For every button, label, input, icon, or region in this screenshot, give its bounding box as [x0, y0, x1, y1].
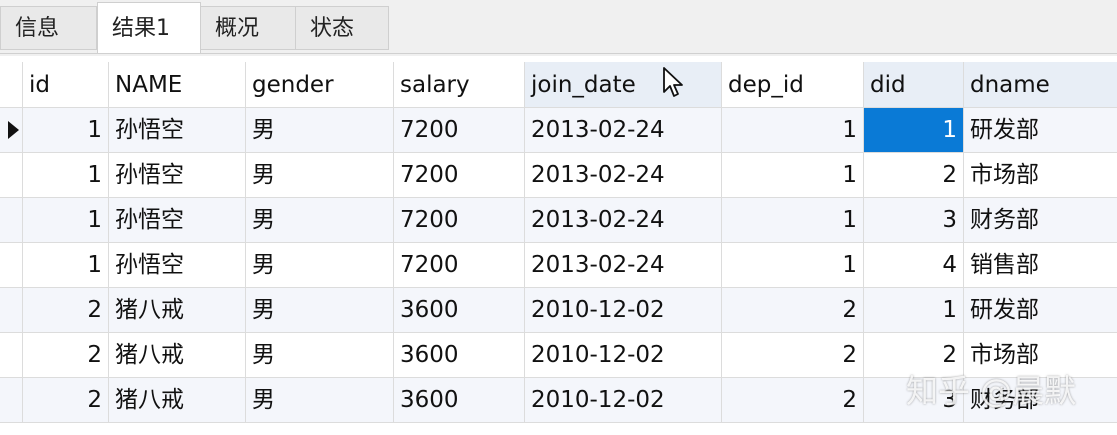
cell-salary[interactable]: 7200 — [394, 153, 525, 197]
cell-id[interactable]: 1 — [23, 243, 109, 287]
row-indicator[interactable] — [0, 108, 23, 152]
table-row[interactable]: 2 猪八戒男 3600 2010-12-02 2 2 市场部 — [0, 333, 1117, 378]
cell-join-date[interactable]: 2013-02-24 — [525, 198, 722, 242]
cell-dname[interactable]: 财务部 — [964, 378, 1117, 422]
tab-info[interactable]: 信息 — [0, 6, 97, 50]
cell-name[interactable]: 猪八戒 — [109, 288, 246, 332]
cell-name[interactable]: 孙悟空 — [109, 153, 246, 197]
tab-status[interactable]: 状态 — [295, 6, 389, 50]
tab-divider — [0, 53, 1117, 54]
column-header-salary[interactable]: salary — [394, 62, 525, 107]
table-row[interactable]: 1 孙悟空男 7200 2013-02-24 1 2 市场部 — [0, 153, 1117, 198]
cell-did[interactable]: 3 — [864, 198, 964, 242]
cell-dname[interactable]: 市场部 — [964, 333, 1117, 377]
cell-id[interactable]: 2 — [23, 288, 109, 332]
cell-salary[interactable]: 3600 — [394, 288, 525, 332]
table-row[interactable]: 2 猪八戒男 3600 2010-12-02 2 3 财务部 — [0, 378, 1117, 423]
cell-join-date[interactable]: 2010-12-02 — [525, 378, 722, 422]
cell-name[interactable]: 孙悟空 — [109, 108, 246, 152]
cell-did[interactable]: 1 — [864, 288, 964, 332]
cell-dname[interactable]: 财务部 — [964, 198, 1117, 242]
row-indicator[interactable] — [0, 378, 23, 422]
cell-join-date[interactable]: 2013-02-24 — [525, 153, 722, 197]
cell-name[interactable]: 猪八戒 — [109, 378, 246, 422]
cell-gender[interactable]: 男 — [246, 378, 394, 422]
cell-dep-id[interactable]: 1 — [722, 198, 864, 242]
cell-dep-id[interactable]: 2 — [722, 333, 864, 377]
table-row[interactable]: 1 孙悟空男 7200 2013-02-24 1 1 研发部 — [0, 108, 1117, 153]
cell-join-date[interactable]: 2010-12-02 — [525, 288, 722, 332]
cell-dname[interactable]: 市场部 — [964, 153, 1117, 197]
table-row[interactable]: 2 猪八戒男 3600 2010-12-02 2 1 研发部 — [0, 288, 1117, 333]
tab-profile[interactable]: 概况 — [200, 6, 296, 50]
cell-id[interactable]: 1 — [23, 108, 109, 152]
column-header-name[interactable]: NAME — [109, 62, 246, 107]
tab-result-1[interactable]: 结果1 — [97, 2, 201, 54]
cell-dep-id[interactable]: 1 — [722, 153, 864, 197]
cell-id[interactable]: 2 — [23, 333, 109, 377]
row-indicator[interactable] — [0, 198, 23, 242]
cell-did[interactable]: 3 — [864, 378, 964, 422]
cell-name[interactable]: 孙悟空 — [109, 198, 246, 242]
column-header-dname[interactable]: dname — [964, 62, 1117, 107]
cell-gender[interactable]: 男 — [246, 333, 394, 377]
cell-dname[interactable]: 研发部 — [964, 288, 1117, 332]
cell-dep-id[interactable]: 2 — [722, 288, 864, 332]
result-grid[interactable]: id NAME gender salary join_date dep_id d… — [0, 62, 1117, 435]
cell-dep-id[interactable]: 1 — [722, 243, 864, 287]
table-row[interactable]: 1 孙悟空男 7200 2013-02-24 1 3 财务部 — [0, 198, 1117, 243]
column-header-id[interactable]: id — [23, 62, 109, 107]
cell-join-date[interactable]: 2013-02-24 — [525, 108, 722, 152]
row-indicator[interactable] — [0, 288, 23, 332]
cell-salary[interactable]: 3600 — [394, 378, 525, 422]
row-indicator[interactable] — [0, 333, 23, 377]
current-row-arrow-icon — [8, 121, 19, 139]
cell-id[interactable]: 1 — [23, 153, 109, 197]
result-tab-bar: 信息 结果1 概况 状态 — [0, 0, 1117, 56]
cell-gender[interactable]: 男 — [246, 108, 394, 152]
cell-gender[interactable]: 男 — [246, 288, 394, 332]
cell-join-date[interactable]: 2010-12-02 — [525, 333, 722, 377]
grid-header-row: id NAME gender salary join_date dep_id d… — [0, 62, 1117, 108]
cell-dname[interactable]: 研发部 — [964, 108, 1117, 152]
cell-id[interactable]: 2 — [23, 378, 109, 422]
row-indicator[interactable] — [0, 243, 23, 287]
column-header-did[interactable]: did — [864, 62, 964, 107]
cell-id[interactable]: 1 — [23, 198, 109, 242]
cell-gender[interactable]: 男 — [246, 243, 394, 287]
cell-dep-id[interactable]: 1 — [722, 108, 864, 152]
cell-salary[interactable]: 3600 — [394, 333, 525, 377]
cell-name[interactable]: 孙悟空 — [109, 243, 246, 287]
cell-name[interactable]: 猪八戒 — [109, 333, 246, 377]
cell-gender[interactable]: 男 — [246, 198, 394, 242]
cell-salary[interactable]: 7200 — [394, 108, 525, 152]
cell-gender[interactable]: 男 — [246, 153, 394, 197]
cell-join-date[interactable]: 2013-02-24 — [525, 243, 722, 287]
mouse-pointer-icon — [663, 67, 683, 97]
column-header-gender[interactable]: gender — [246, 62, 394, 107]
table-row[interactable]: 1 孙悟空男 7200 2013-02-24 1 4 销售部 — [0, 243, 1117, 288]
cell-did[interactable]: 2 — [864, 153, 964, 197]
cell-salary[interactable]: 7200 — [394, 198, 525, 242]
cell-did[interactable]: 4 — [864, 243, 964, 287]
cell-dep-id[interactable]: 2 — [722, 378, 864, 422]
header-corner — [0, 62, 23, 107]
row-indicator[interactable] — [0, 153, 23, 197]
cell-did[interactable]: 2 — [864, 333, 964, 377]
column-header-dep-id[interactable]: dep_id — [722, 62, 864, 107]
cell-salary[interactable]: 7200 — [394, 243, 525, 287]
column-header-join-date[interactable]: join_date — [525, 62, 722, 107]
cell-did[interactable]: 1 — [864, 108, 964, 152]
cell-dname[interactable]: 销售部 — [964, 243, 1117, 287]
